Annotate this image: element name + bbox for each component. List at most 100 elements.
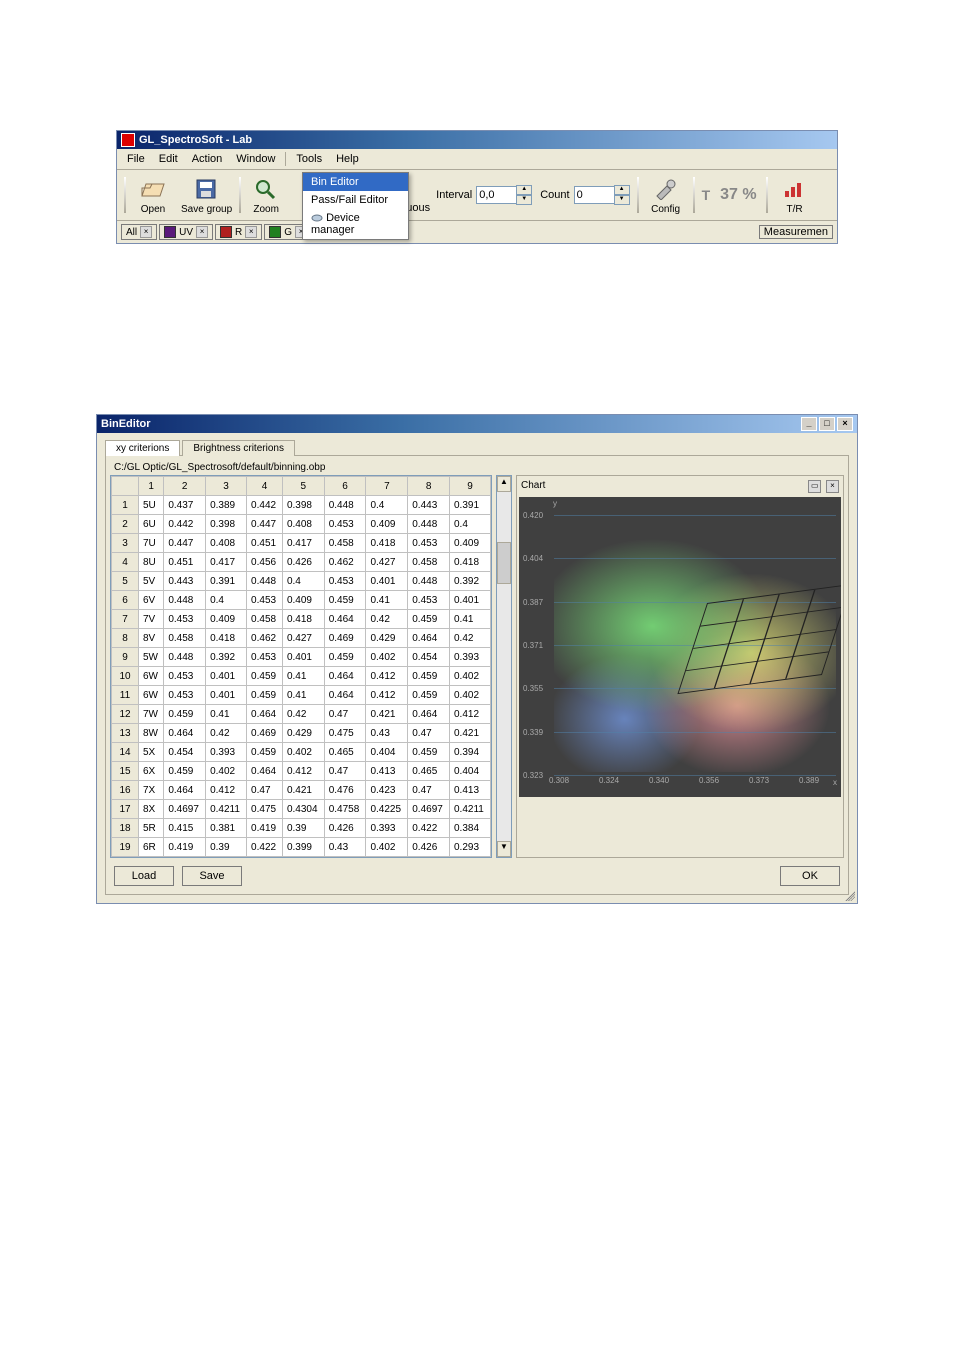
menu-action[interactable]: Action <box>186 151 229 167</box>
cell-value[interactable]: 0.429 <box>282 724 324 743</box>
table-row[interactable]: 178X0.46970.42110.4750.43040.47580.42250… <box>112 800 491 819</box>
cell-value[interactable]: 0.453 <box>164 610 206 629</box>
cell-value[interactable]: 0.459 <box>247 743 283 762</box>
scroll-up-icon[interactable]: ▲ <box>497 476 511 492</box>
close-icon[interactable]: × <box>245 226 257 238</box>
cell-value[interactable]: 0.47 <box>324 762 366 781</box>
cell-value[interactable]: 0.412 <box>282 762 324 781</box>
cell-value[interactable]: 0.47 <box>408 781 450 800</box>
cell-value[interactable]: 0.453 <box>408 591 450 610</box>
cell-value[interactable]: 0.41 <box>282 686 324 705</box>
table-row[interactable]: 185R0.4150.3810.4190.390.4260.3930.4220.… <box>112 819 491 838</box>
cell-value[interactable]: 0.402 <box>366 648 408 667</box>
cell-value[interactable]: 0.421 <box>450 724 491 743</box>
cell-value[interactable]: 0.394 <box>450 743 491 762</box>
cell-value[interactable]: 0.404 <box>366 743 408 762</box>
save-button[interactable]: Save <box>182 866 242 886</box>
cell-value[interactable]: 0.459 <box>164 762 206 781</box>
cell-value[interactable]: 0.448 <box>408 515 450 534</box>
cell-value[interactable]: 0.415 <box>164 819 206 838</box>
criterion-table[interactable]: 123456789 15U0.4370.3890.4420.3980.4480.… <box>110 475 492 858</box>
cell-value[interactable]: 0.399 <box>282 838 324 857</box>
cell-value[interactable]: 0.391 <box>206 572 247 591</box>
cell-value[interactable]: 0.458 <box>408 553 450 572</box>
cell-value[interactable]: 0.451 <box>247 534 283 553</box>
cell-value[interactable]: 0.422 <box>247 838 283 857</box>
cell-value[interactable]: 0.453 <box>324 515 366 534</box>
cell-value[interactable]: 0.456 <box>247 553 283 572</box>
cell-value[interactable]: 0.41 <box>282 667 324 686</box>
cell-value[interactable]: 0.464 <box>408 629 450 648</box>
cell-value[interactable]: 0.475 <box>324 724 366 743</box>
table-row[interactable]: 15U0.4370.3890.4420.3980.4480.40.4430.39… <box>112 496 491 515</box>
config-button[interactable]: Config <box>646 176 686 215</box>
cell-value[interactable]: 0.459 <box>324 648 366 667</box>
table-row[interactable]: 167X0.4640.4120.470.4210.4760.4230.470.4… <box>112 781 491 800</box>
table-row[interactable]: 127W0.4590.410.4640.420.470.4210.4640.41… <box>112 705 491 724</box>
cell-value[interactable]: 0.402 <box>450 686 491 705</box>
menu-edit[interactable]: Edit <box>153 151 184 167</box>
count-input[interactable] <box>574 186 615 204</box>
cell-value[interactable]: 0.421 <box>282 781 324 800</box>
cell-value[interactable]: 0.454 <box>408 648 450 667</box>
cell-value[interactable]: 0.476 <box>324 781 366 800</box>
cell-value[interactable]: 0.41 <box>206 705 247 724</box>
cell-value[interactable]: 0.458 <box>164 629 206 648</box>
cell-value[interactable]: 0.464 <box>324 610 366 629</box>
cell-value[interactable]: 0.404 <box>450 762 491 781</box>
tr-button[interactable]: T/R <box>775 176 815 215</box>
cell-value[interactable]: 0.412 <box>366 686 408 705</box>
cell-value[interactable]: 0.464 <box>164 724 206 743</box>
cell-value[interactable]: 0.408 <box>206 534 247 553</box>
dd-bin-editor[interactable]: Bin Editor <box>303 173 408 191</box>
close-icon[interactable]: × <box>140 226 152 238</box>
load-button[interactable]: Load <box>114 866 174 886</box>
cell-value[interactable]: 0.453 <box>408 534 450 553</box>
cell-value[interactable]: 0.453 <box>164 686 206 705</box>
cell-value[interactable]: 0.4 <box>206 591 247 610</box>
table-row[interactable]: 156X0.4590.4020.4640.4120.470.4130.4650.… <box>112 762 491 781</box>
menu-tools[interactable]: Tools <box>290 151 328 167</box>
cell-value[interactable]: 0.412 <box>206 781 247 800</box>
cell-value[interactable]: 0.417 <box>206 553 247 572</box>
cell-value[interactable]: 0.381 <box>206 819 247 838</box>
vertical-scrollbar[interactable]: ▲ ▼ <box>496 475 512 858</box>
count-spinner[interactable]: ▲▼ <box>614 185 630 205</box>
cell-value[interactable]: 0.418 <box>282 610 324 629</box>
resize-grip[interactable] <box>843 889 855 901</box>
cell-value[interactable]: 0.453 <box>247 591 283 610</box>
cell-value[interactable]: 0.418 <box>206 629 247 648</box>
cell-value[interactable]: 0.393 <box>450 648 491 667</box>
maximize-button[interactable]: □ <box>819 417 835 431</box>
cell-value[interactable]: 0.442 <box>247 496 283 515</box>
open-button[interactable]: Open <box>133 176 173 215</box>
cell-value[interactable]: 0.412 <box>450 705 491 724</box>
cell-value[interactable]: 0.401 <box>282 648 324 667</box>
interval-input[interactable] <box>476 186 517 204</box>
cell-value[interactable]: 0.453 <box>324 572 366 591</box>
close-icon[interactable]: × <box>196 226 208 238</box>
cell-value[interactable]: 0.465 <box>408 762 450 781</box>
cell-value[interactable]: 0.459 <box>247 667 283 686</box>
cell-value[interactable]: 0.41 <box>366 591 408 610</box>
chart-canvas[interactable]: y 0.4200.4040.3870.3710.3550.3390.323 0.… <box>519 497 841 797</box>
cell-value[interactable]: 0.393 <box>366 819 408 838</box>
cell-value[interactable]: 0.42 <box>366 610 408 629</box>
cell-value[interactable]: 0.427 <box>282 629 324 648</box>
cell-value[interactable]: 0.462 <box>247 629 283 648</box>
menu-help[interactable]: Help <box>330 151 365 167</box>
cell-value[interactable]: 0.409 <box>450 534 491 553</box>
cell-value[interactable]: 0.459 <box>408 743 450 762</box>
cell-value[interactable]: 0.4225 <box>366 800 408 819</box>
cell-value[interactable]: 0.401 <box>206 667 247 686</box>
cell-value[interactable]: 0.39 <box>282 819 324 838</box>
table-row[interactable]: 95W0.4480.3920.4530.4010.4590.4020.4540.… <box>112 648 491 667</box>
cell-value[interactable]: 0.391 <box>450 496 491 515</box>
table-row[interactable]: 66V0.4480.40.4530.4090.4590.410.4530.401 <box>112 591 491 610</box>
cell-value[interactable]: 0.4 <box>282 572 324 591</box>
dd-passfail[interactable]: Pass/Fail Editor <box>303 191 408 209</box>
close-icon[interactable]: × <box>826 480 839 493</box>
cell-value[interactable]: 0.384 <box>450 819 491 838</box>
table-row[interactable]: 106W0.4530.4010.4590.410.4640.4120.4590.… <box>112 667 491 686</box>
cell-value[interactable]: 0.443 <box>408 496 450 515</box>
